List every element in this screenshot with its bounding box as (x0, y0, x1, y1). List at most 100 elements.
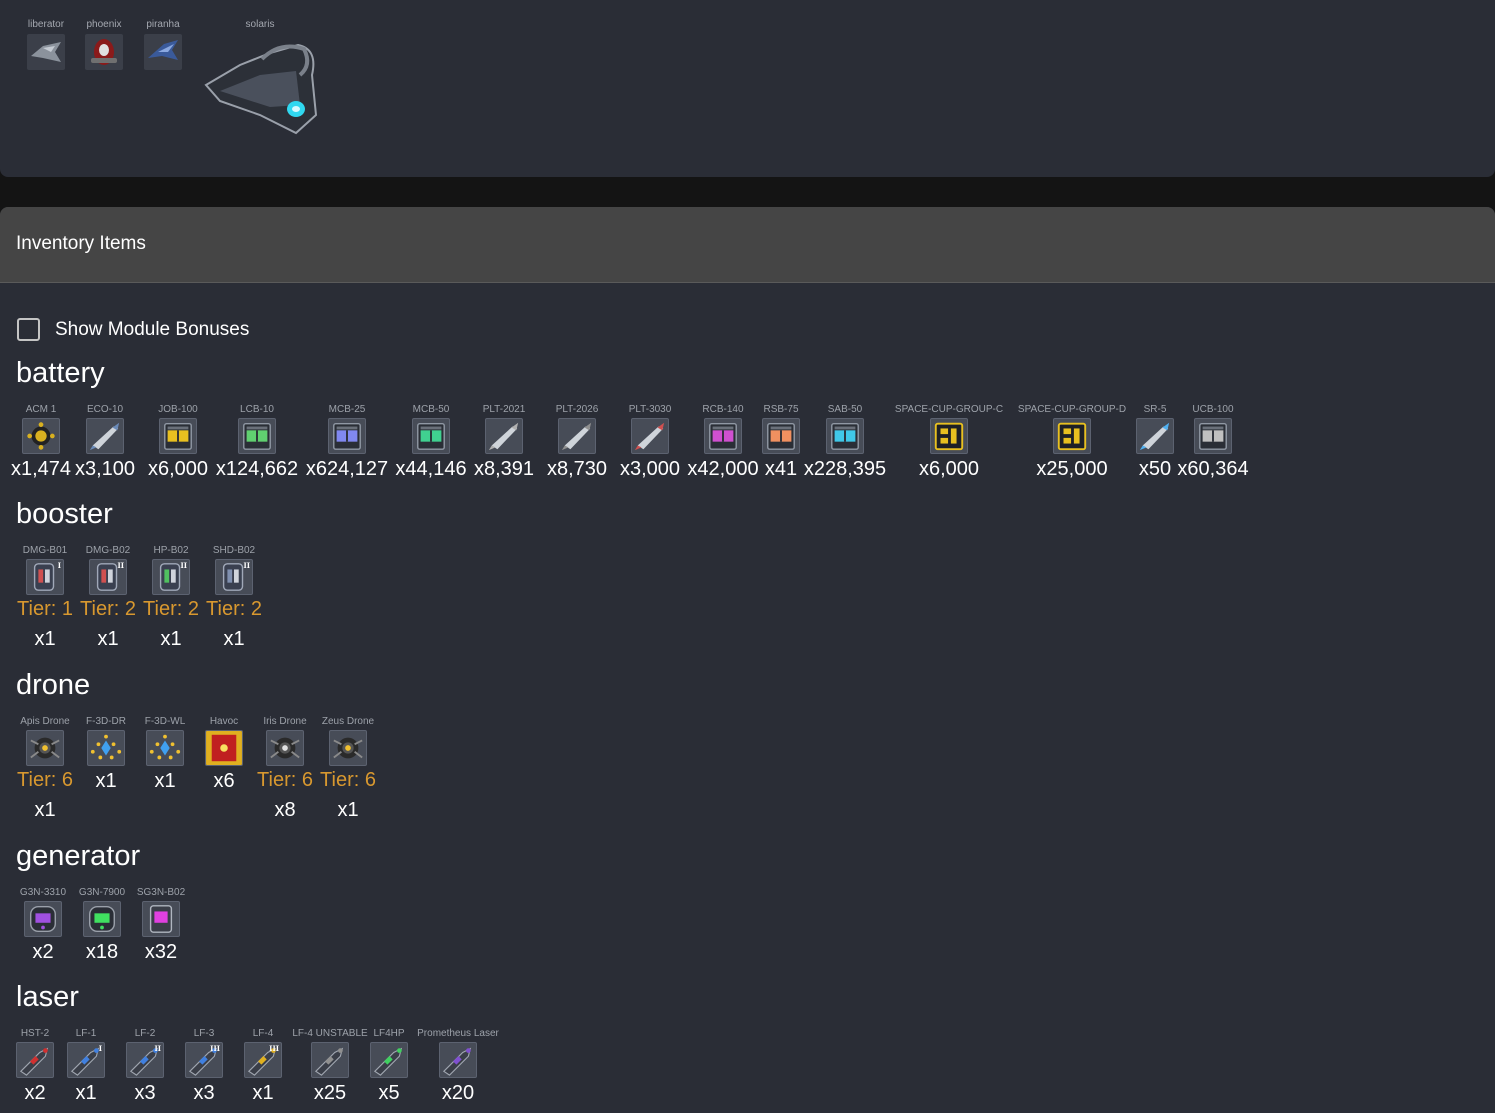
item-quantity: x3,000 (619, 458, 681, 480)
category-laser: laser (16, 981, 79, 1013)
show-module-bonuses-checkbox[interactable] (17, 318, 40, 341)
item-name: DMG-B01 (22, 545, 68, 556)
ammo-box-icon (412, 418, 450, 454)
item-quantity: x124,662 (215, 458, 299, 480)
inventory-item[interactable]: SPACE-CUP-GROUP-C x6,000 (890, 404, 1008, 480)
rocket-icon (86, 418, 124, 454)
laser-icon: III (185, 1042, 223, 1078)
inventory-item[interactable]: PLT-3030 x3,000 (616, 404, 684, 480)
ship-solaris[interactable]: solaris (190, 19, 330, 135)
laser-icon (16, 1042, 54, 1078)
tier-numeral: II (117, 561, 124, 570)
inventory-item[interactable]: UCB-100 x60,364 (1177, 404, 1248, 480)
inventory-item[interactable]: PLT-2021 x8,391 (470, 404, 538, 480)
ammo-box-icon (704, 418, 742, 454)
item-quantity: x1 (75, 1082, 97, 1104)
inventory-item[interactable]: RCB-140 x42,000 (687, 404, 758, 480)
inventory-item[interactable]: PLT-2026 x8,730 (543, 404, 611, 480)
ship-liberator[interactable]: liberator (22, 19, 70, 70)
inventory-item[interactable]: ACM 1 x1,474 (11, 404, 71, 480)
item-quantity: x20 (441, 1082, 475, 1104)
item-quantity: x8,730 (546, 458, 608, 480)
inventory-title: Inventory Items (16, 233, 146, 254)
cup-box-icon (1053, 418, 1091, 454)
inventory-item[interactable]: LF-1 Ix1 (59, 1028, 113, 1104)
mine-icon (22, 418, 60, 454)
item-name: ECO-10 (86, 404, 124, 415)
item-tier: Tier: 2 (80, 598, 136, 620)
item-tier: Tier: 1 (17, 598, 73, 620)
laser-icon: I (67, 1042, 105, 1078)
item-name: HST-2 (20, 1028, 50, 1039)
inventory-item[interactable]: LF-2 II x3 (118, 1028, 172, 1104)
inventory-item[interactable]: LF-4 III x1 (236, 1028, 290, 1104)
inventory-item[interactable]: RSB-75 x41 (762, 404, 800, 480)
inventory-item[interactable]: SAB-50 x228,395 (804, 404, 886, 480)
item-name: PLT-2021 (482, 404, 526, 415)
solaris-ship-icon (200, 35, 320, 135)
item-grid-laser: HST-2 x2 LF-1 Ix1 LF-2 II x3 LF-3 III x3 LF-4 III x1… (16, 1028, 508, 1104)
item-tier: Tier: 6 (257, 769, 313, 791)
inventory-item[interactable]: HP-B02 II Tier: 2 x1 (142, 545, 200, 650)
ship-phoenix[interactable]: phoenix (80, 19, 128, 70)
inventory-item[interactable]: F-3D-DR x1 (79, 716, 133, 792)
item-quantity: x624,127 (305, 458, 389, 480)
drone-icon (329, 730, 367, 766)
inventory-item[interactable]: Havoc x6 (197, 716, 251, 792)
item-name: G3N-3310 (19, 887, 67, 898)
item-name: RCB-140 (702, 404, 744, 415)
laser-icon (439, 1042, 477, 1078)
inventory-item[interactable]: Iris Drone Tier: 6 x8 (256, 716, 314, 821)
inventory-item[interactable]: LF4HP x5 (370, 1028, 408, 1104)
inventory-item[interactable]: ECO-10 x3,100 (71, 404, 139, 480)
drone-icon (266, 730, 304, 766)
inventory-item[interactable]: JOB-100 x6,000 (144, 404, 212, 480)
inventory-item[interactable]: LF-4 UNSTABLE x25 (292, 1028, 367, 1104)
inventory-item[interactable]: Apis Drone Tier: 6 x1 (16, 716, 74, 821)
item-quantity: x1 (34, 799, 56, 821)
formation-icon (146, 730, 184, 766)
inventory-item[interactable]: G3N-3310 x2 (16, 887, 70, 963)
ship-label: solaris (245, 19, 275, 30)
ammo-box-icon (238, 418, 276, 454)
item-name: SHD-B02 (212, 545, 256, 556)
item-quantity: x6 (213, 770, 235, 792)
item-quantity: x32 (144, 941, 178, 963)
item-name: LF-4 (252, 1028, 274, 1039)
inventory-item[interactable]: DMG-B02 II Tier: 2 x1 (79, 545, 137, 650)
item-name: PLT-2026 (555, 404, 599, 415)
tier-numeral: III (269, 1044, 279, 1053)
ship-piranha[interactable]: piranha (139, 19, 187, 70)
inventory-item[interactable]: LF-3 III x3 (177, 1028, 231, 1104)
item-tier: Tier: 6 (17, 769, 73, 791)
item-name: G3N-7900 (78, 887, 126, 898)
inventory-item[interactable]: Prometheus Laser x20 (413, 1028, 503, 1104)
inventory-item[interactable]: SHD-B02 II Tier: 2 x1 (205, 545, 263, 650)
inventory-item[interactable]: LCB-10 x124,662 (215, 404, 299, 480)
rocket-icon (1136, 418, 1174, 454)
formation-icon (87, 730, 125, 766)
item-tier: Tier: 2 (143, 598, 199, 620)
inventory-item[interactable]: HST-2 x2 (16, 1028, 54, 1104)
inventory-item[interactable]: SR-5 x50 (1136, 404, 1174, 480)
item-tier: Tier: 2 (206, 598, 262, 620)
inventory-item[interactable]: DMG-B01 I Tier: 1 x1 (16, 545, 74, 650)
inventory-panel: Inventory Items Show Module Bonuses batt… (0, 207, 1495, 1113)
inventory-item[interactable]: MCB-25 x624,127 (302, 404, 392, 480)
inventory-item[interactable]: G3N-7900 x18 (75, 887, 129, 963)
item-name: RSB-75 (763, 404, 799, 415)
item-quantity: x8 (274, 799, 296, 821)
item-quantity: x1 (223, 628, 245, 650)
item-name: Iris Drone (263, 716, 307, 727)
inventory-item[interactable]: MCB-50 x44,146 (395, 404, 466, 480)
inventory-item[interactable]: SG3N-B02 x32 (134, 887, 188, 963)
category-battery: battery (16, 357, 105, 389)
inventory-item[interactable]: F-3D-WL x1 (138, 716, 192, 792)
show-module-bonuses-toggle[interactable]: Show Module Bonuses (17, 318, 249, 341)
category-generator: generator (16, 840, 141, 872)
inventory-item[interactable]: SPACE-CUP-GROUP-D x25,000 (1013, 404, 1131, 480)
inventory-item[interactable]: Zeus Drone Tier: 6 x1 (319, 716, 377, 821)
booster-icon: II (89, 559, 127, 595)
ammo-box-icon (1194, 418, 1232, 454)
tier-numeral: I (57, 561, 61, 570)
